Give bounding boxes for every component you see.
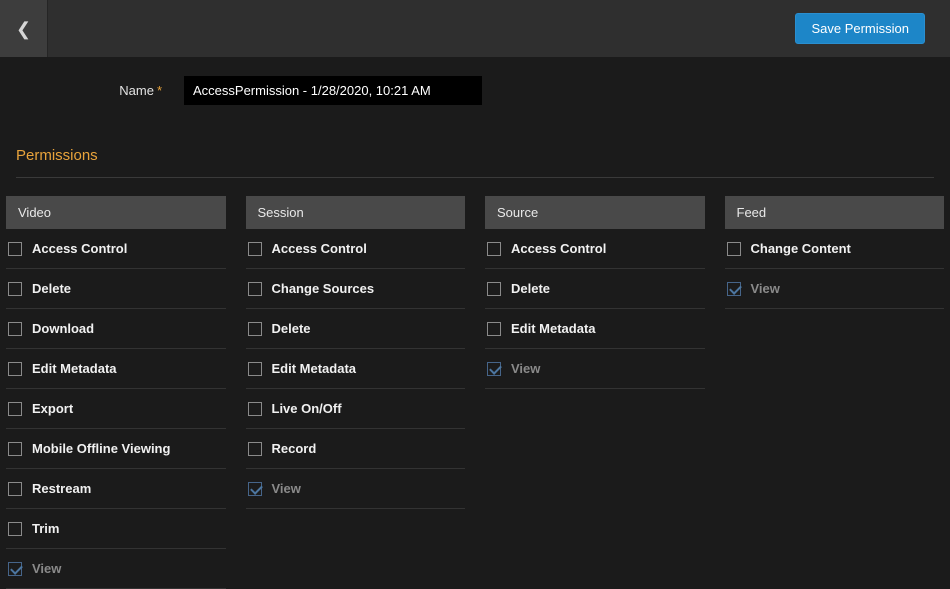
permission-item-label: Access Control	[32, 241, 127, 256]
permission-item-label: Edit Metadata	[32, 361, 117, 376]
permission-item: View	[246, 469, 466, 509]
permission-item[interactable]: Mobile Offline Viewing	[6, 429, 226, 469]
permission-item-label: Export	[32, 401, 73, 416]
checkbox-icon[interactable]	[8, 522, 22, 536]
permission-item[interactable]: Delete	[246, 309, 466, 349]
permission-item[interactable]: Restream	[6, 469, 226, 509]
permission-column: Video Access Control Delete Download Edi…	[6, 196, 226, 589]
name-label: Name*	[0, 83, 162, 98]
checkbox-icon[interactable]	[8, 322, 22, 336]
permission-item-label: View	[272, 481, 301, 496]
checkbox-icon[interactable]	[487, 242, 501, 256]
checkbox-icon[interactable]	[8, 362, 22, 376]
checkbox-icon[interactable]	[727, 242, 741, 256]
permission-item[interactable]: Live On/Off	[246, 389, 466, 429]
required-asterisk: *	[157, 83, 162, 98]
permission-column-title: Source	[485, 196, 705, 229]
permission-item[interactable]: Record	[246, 429, 466, 469]
permission-item-label: Change Sources	[272, 281, 375, 296]
permission-item: View	[725, 269, 945, 309]
permission-item[interactable]: Delete	[6, 269, 226, 309]
permission-item[interactable]: Edit Metadata	[246, 349, 466, 389]
permission-item: View	[6, 549, 226, 589]
permission-item-label: Trim	[32, 521, 59, 536]
permission-item-label: Delete	[32, 281, 71, 296]
permission-item-label: Delete	[511, 281, 550, 296]
permission-item-label: Live On/Off	[272, 401, 342, 416]
permission-item[interactable]: Edit Metadata	[485, 309, 705, 349]
permission-item-label: Change Content	[751, 241, 851, 256]
permission-item-label: Access Control	[272, 241, 367, 256]
permission-item[interactable]: Edit Metadata	[6, 349, 226, 389]
permission-item-label: View	[751, 281, 780, 296]
permissions-section-title: Permissions	[16, 147, 934, 178]
save-permission-button[interactable]: Save Permission	[795, 13, 925, 44]
name-label-text: Name	[119, 83, 154, 98]
permission-item[interactable]: Download	[6, 309, 226, 349]
permission-item[interactable]: Export	[6, 389, 226, 429]
permission-item-label: View	[32, 561, 61, 576]
back-icon: ❮	[16, 20, 31, 38]
checkbox-icon[interactable]	[248, 402, 262, 416]
permission-item: View	[485, 349, 705, 389]
permission-item[interactable]: Change Sources	[246, 269, 466, 309]
permission-item-label: View	[511, 361, 540, 376]
permission-item-label: Edit Metadata	[272, 361, 357, 376]
permission-item-label: Delete	[272, 321, 311, 336]
permission-editor: ❮ Save Permission Name* Permissions Vide…	[0, 0, 950, 589]
permission-item[interactable]: Access Control	[6, 229, 226, 269]
permission-columns: Video Access Control Delete Download Edi…	[0, 178, 950, 589]
permission-column-title: Video	[6, 196, 226, 229]
permission-item-label: Record	[272, 441, 317, 456]
permission-column: Feed Change Content View	[725, 196, 945, 589]
back-button[interactable]: ❮	[0, 0, 48, 57]
permission-item[interactable]: Delete	[485, 269, 705, 309]
name-input[interactable]	[184, 76, 482, 105]
checkbox-icon[interactable]	[8, 482, 22, 496]
name-field-row: Name*	[0, 76, 950, 105]
checkbox-icon	[8, 562, 22, 576]
checkbox-icon[interactable]	[248, 322, 262, 336]
checkbox-icon[interactable]	[487, 282, 501, 296]
permission-column: Session Access Control Change Sources De…	[246, 196, 466, 589]
checkbox-icon	[487, 362, 501, 376]
permission-column-title: Feed	[725, 196, 945, 229]
top-bar: ❮ Save Permission	[0, 0, 950, 57]
checkbox-icon[interactable]	[8, 402, 22, 416]
checkbox-icon[interactable]	[8, 442, 22, 456]
permission-item-label: Restream	[32, 481, 91, 496]
permission-item-label: Mobile Offline Viewing	[32, 441, 170, 456]
checkbox-icon[interactable]	[248, 242, 262, 256]
permission-item-label: Access Control	[511, 241, 606, 256]
permission-item[interactable]: Access Control	[485, 229, 705, 269]
checkbox-icon[interactable]	[248, 362, 262, 376]
permission-item-list: Access Control Delete Edit Metadata View	[485, 229, 705, 389]
permission-column: Source Access Control Delete Edit Metada…	[485, 196, 705, 589]
checkbox-icon[interactable]	[8, 282, 22, 296]
checkbox-icon[interactable]	[248, 442, 262, 456]
permission-item[interactable]: Change Content	[725, 229, 945, 269]
permission-item[interactable]: Trim	[6, 509, 226, 549]
permission-item-list: Access Control Delete Download Edit Meta…	[6, 229, 226, 589]
permission-item-list: Access Control Change Sources Delete Edi…	[246, 229, 466, 509]
checkbox-icon	[248, 482, 262, 496]
permission-item[interactable]: Access Control	[246, 229, 466, 269]
checkbox-icon	[727, 282, 741, 296]
permission-item-label: Download	[32, 321, 94, 336]
checkbox-icon[interactable]	[248, 282, 262, 296]
permission-item-list: Change Content View	[725, 229, 945, 309]
permission-column-title: Session	[246, 196, 466, 229]
permission-item-label: Edit Metadata	[511, 321, 596, 336]
checkbox-icon[interactable]	[487, 322, 501, 336]
checkbox-icon[interactable]	[8, 242, 22, 256]
